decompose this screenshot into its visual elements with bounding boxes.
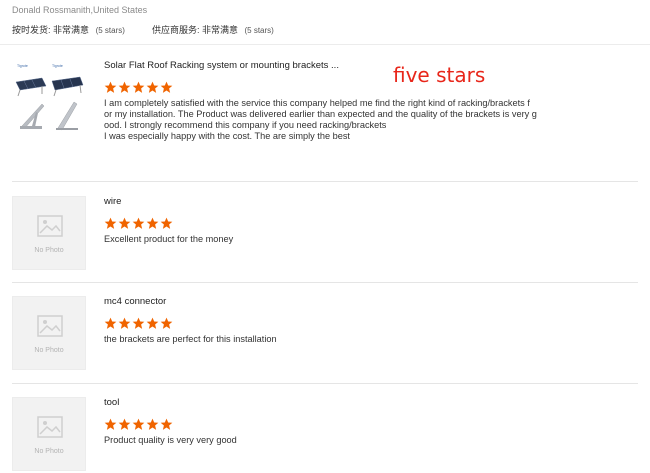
review-product-title[interactable]: wire [104,196,574,207]
review-text-line: the brackets are perfect for this instal… [104,334,277,344]
review-product-title[interactable]: Solar Flat Roof Racking system or mounti… [104,60,574,71]
svg-text:Tigrote: Tigrote [17,64,28,68]
review-text-line: or my installation. The Product was deli… [104,109,537,119]
star-icon [146,217,159,229]
review-text: Excellent product for the money [104,234,574,245]
star-icon [160,317,173,329]
service-rating-value: 非常满意 [201,25,238,35]
image-placeholder-icon [37,416,63,438]
review-divider [12,181,638,182]
review-text-line: I am completely satisfied with the servi… [104,98,530,108]
review-item: Tigrote Tigrote Solar Flat Roof Racking … [12,60,638,170]
star-icon [160,217,173,229]
shipping-rating-value: 非常满意 [53,25,90,35]
star-icon [160,418,173,430]
header-divider [0,44,650,45]
service-rating-count: (5 stars) [244,26,274,35]
star-rating [104,81,574,94]
product-thumbnail[interactable]: Tigrote Tigrote [12,60,86,134]
star-icon [104,81,117,93]
review-text: Product quality is very very good [104,435,574,446]
no-photo-label: No Photo [34,347,64,354]
review-item: No Photo tool Product quality is very ve… [12,397,638,471]
star-icon [104,217,117,229]
star-icon [146,317,159,329]
review-divider [12,383,638,384]
star-icon [132,81,145,93]
review-product-title[interactable]: mc4 connector [104,296,574,307]
review-text-line: Product quality is very very good [104,435,237,445]
reviewer-name: Donald Rossmanith,United States [12,5,148,15]
service-rating-label: 供应商服务: [151,25,200,35]
star-icon [160,81,173,93]
star-icon [118,317,131,329]
star-icon [104,317,117,329]
review-item: No Photo mc4 connector the brackets are … [12,296,638,370]
star-icon [132,418,145,430]
star-rating [104,317,574,330]
review-text-line: Excellent product for the money [104,234,234,244]
star-icon [118,418,131,430]
star-icon [146,81,159,93]
ratings-summary: 按时发货: 非常满意 (5 stars) 供应商服务: 非常满意 (5 star… [12,23,274,36]
star-icon [146,418,159,430]
no-photo-placeholder: No Photo [12,196,86,270]
svg-text:Tigrote: Tigrote [52,64,63,68]
star-icon [132,217,145,229]
review-divider [12,282,638,283]
star-icon [104,418,117,430]
image-placeholder-icon [37,315,63,337]
review-text: I am completely satisfied with the servi… [104,98,574,142]
no-photo-label: No Photo [34,247,64,254]
image-placeholder-icon [37,215,63,237]
shipping-rating-count: (5 stars) [95,26,125,35]
star-icon [132,317,145,329]
no-photo-label: No Photo [34,448,64,455]
no-photo-placeholder: No Photo [12,397,86,471]
review-text: the brackets are perfect for this instal… [104,334,574,345]
shipping-rating-label: 按时发货: [12,25,51,35]
review-text-line: ood. I strongly recommend this company i… [104,120,387,130]
star-icon [118,217,131,229]
no-photo-placeholder: No Photo [12,296,86,370]
review-product-title[interactable]: tool [104,397,574,408]
review-text-line: I was especially happy with the cost. Th… [104,131,350,141]
star-icon [118,81,131,93]
review-item: No Photo wire Excellent product for the … [12,196,638,270]
star-rating [104,418,574,431]
star-rating [104,217,574,230]
